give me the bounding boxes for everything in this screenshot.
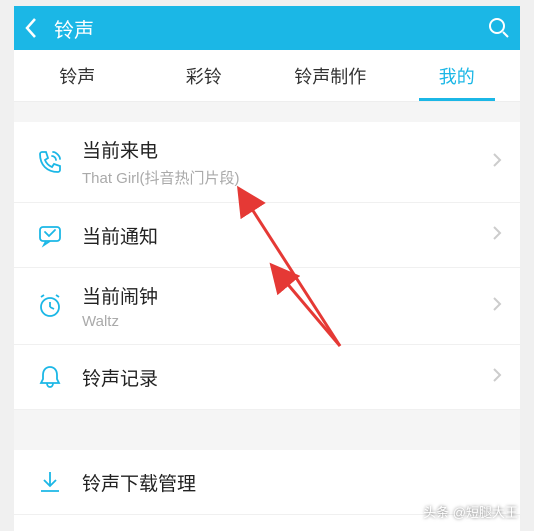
chevron-left-icon	[24, 17, 38, 39]
back-button[interactable]	[24, 17, 54, 39]
item-incoming-call[interactable]: 当前来电 That Girl(抖音热门片段)	[14, 122, 520, 203]
phone-icon	[32, 144, 68, 180]
tabs: 铃声 彩铃 铃声制作 我的	[14, 50, 520, 102]
header: 铃声	[14, 6, 520, 50]
tab-maker[interactable]: 铃声制作	[267, 50, 394, 101]
message-icon	[32, 217, 68, 253]
chevron-right-icon	[492, 367, 502, 388]
item-history[interactable]: 铃声记录	[14, 345, 520, 410]
item-subtitle: That Girl(抖音热门片段)	[82, 167, 492, 188]
clock-icon	[32, 288, 68, 324]
chevron-right-icon	[492, 296, 502, 317]
search-icon	[488, 17, 510, 39]
section-gap	[14, 102, 520, 122]
section-gap	[14, 410, 520, 450]
item-title: 铃声下载管理	[82, 469, 502, 496]
item-title: 当前通知	[82, 222, 492, 249]
tab-colortone[interactable]: 彩铃	[141, 50, 268, 101]
item-title: 当前来电	[82, 136, 492, 163]
item-title: 铃声记录	[82, 364, 492, 391]
search-button[interactable]	[480, 17, 510, 39]
tab-mine[interactable]: 我的	[394, 50, 521, 101]
bell-icon	[32, 359, 68, 395]
item-subtitle: Waltz	[82, 313, 492, 330]
item-title: 当前闹钟	[82, 282, 492, 309]
chevron-right-icon	[492, 152, 502, 173]
page-title: 铃声	[54, 14, 480, 43]
chevron-right-icon	[492, 225, 502, 246]
item-alarm[interactable]: 当前闹钟 Waltz	[14, 268, 520, 345]
tab-ringtone[interactable]: 铃声	[14, 50, 141, 101]
item-notification[interactable]: 当前通知	[14, 203, 520, 268]
watermark: 头条 @短腿大王	[423, 502, 518, 521]
download-icon	[32, 464, 68, 500]
